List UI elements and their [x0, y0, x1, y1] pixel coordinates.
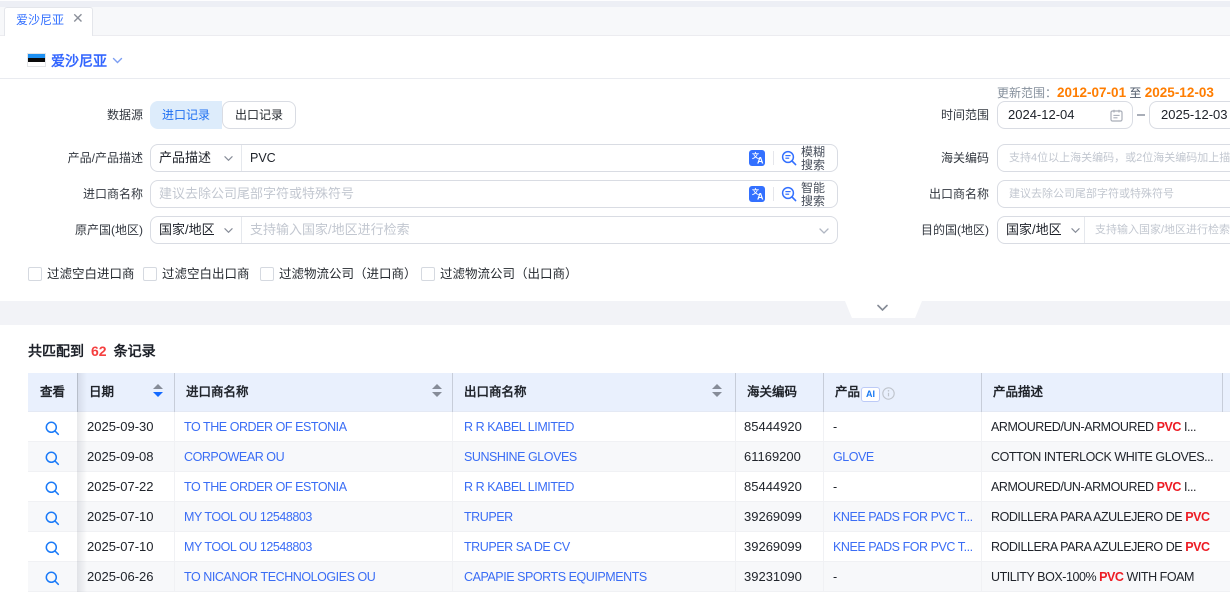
svg-text:A: A	[757, 192, 764, 202]
svg-text:A: A	[757, 156, 764, 166]
